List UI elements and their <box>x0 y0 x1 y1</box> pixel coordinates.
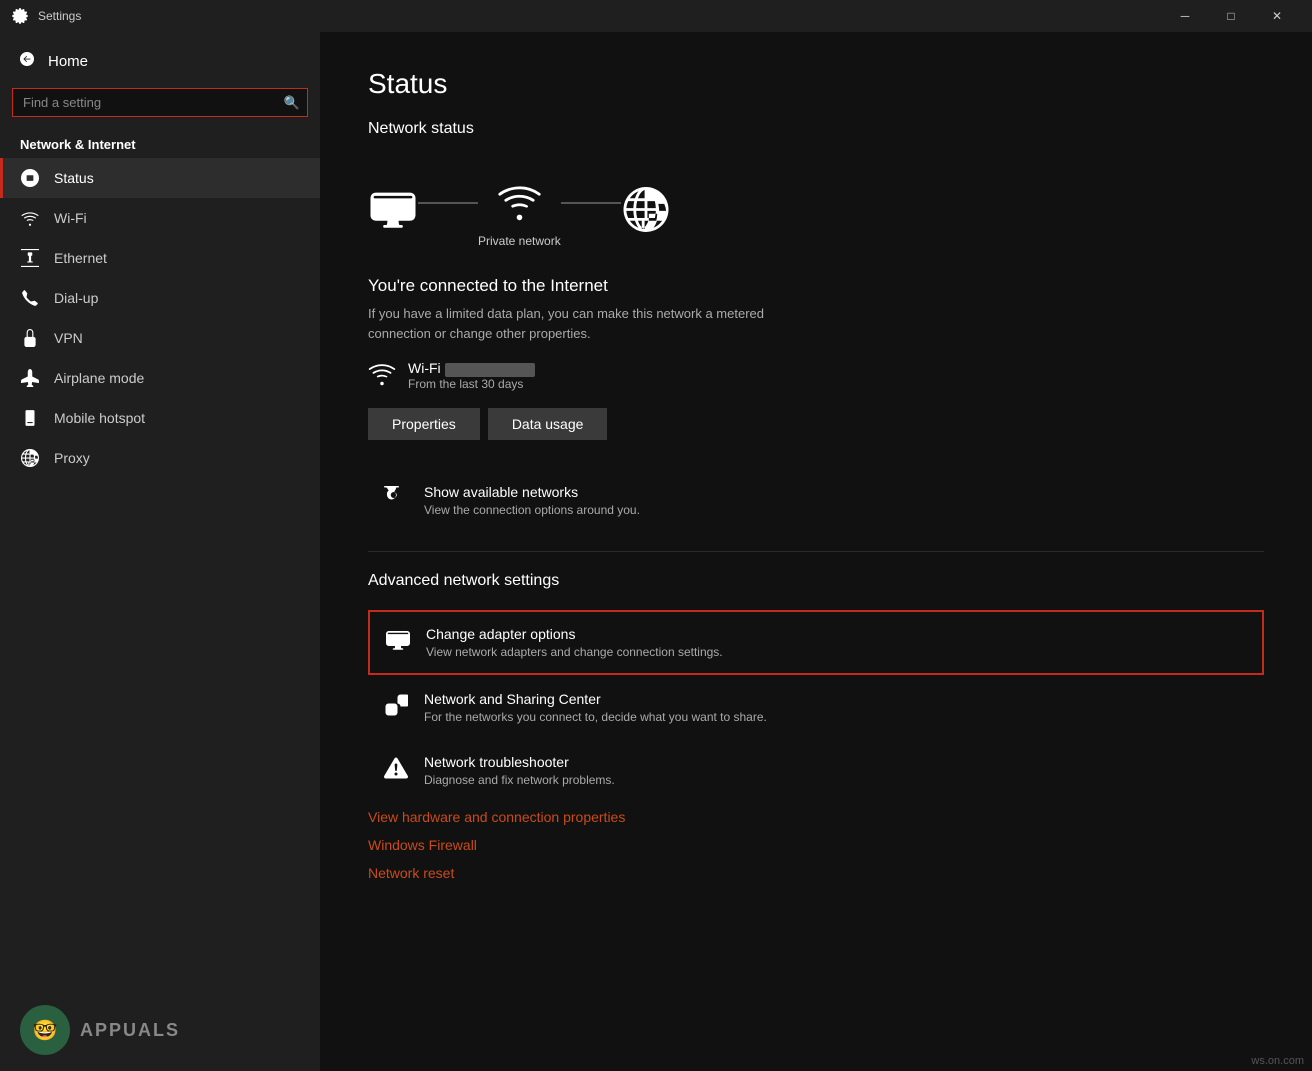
search-input[interactable] <box>12 88 308 117</box>
change-adapter-item[interactable]: Change adapter options View network adap… <box>368 610 1264 675</box>
computer-icon <box>368 187 418 239</box>
section-divider <box>368 551 1264 552</box>
wifi-info: Wi-Fi From the last 30 days <box>368 359 1264 392</box>
sharing-icon <box>384 693 408 723</box>
titlebar-left: Settings <box>12 8 81 24</box>
firewall-link[interactable]: Windows Firewall <box>368 831 1264 859</box>
sidebar-item-vpn[interactable]: VPN <box>0 318 320 358</box>
maximize-button[interactable]: □ <box>1208 0 1254 32</box>
hardware-link[interactable]: View hardware and connection properties <box>368 803 1264 831</box>
sidebar-item-proxy[interactable]: Proxy <box>0 438 320 478</box>
sidebar-item-airplane[interactable]: Airplane mode <box>0 358 320 398</box>
sidebar-item-status[interactable]: Status <box>0 158 320 198</box>
troubleshoot-text: Network troubleshooter Diagnose and fix … <box>424 754 615 787</box>
wifi-signal-icon <box>368 359 396 392</box>
sidebar-label-wifi: Wi-Fi <box>54 210 87 226</box>
data-usage-button[interactable]: Data usage <box>488 408 608 440</box>
back-arrow-icon <box>20 52 34 70</box>
sidebar-label-ethernet: Ethernet <box>54 250 107 266</box>
computer-node <box>368 187 418 239</box>
reset-link[interactable]: Network reset <box>368 859 1264 887</box>
wifi-name: Wi-Fi <box>408 360 535 376</box>
network-list-icon <box>384 486 408 516</box>
sidebar-item-dialup[interactable]: Dial-up <box>0 278 320 318</box>
wifi-days: From the last 30 days <box>408 377 535 391</box>
sharing-desc: For the networks you connect to, decide … <box>424 710 767 724</box>
sidebar: Home 🔍 Network & Internet Status <box>0 32 320 1071</box>
search-icon: 🔍 <box>284 95 300 111</box>
troubleshoot-title: Network troubleshooter <box>424 754 615 770</box>
titlebar-title: Settings <box>38 9 81 23</box>
brand-text: APPUALS <box>80 1020 180 1041</box>
home-label: Home <box>48 53 88 70</box>
sidebar-item-wifi[interactable]: Wi-Fi <box>0 198 320 238</box>
sidebar-section-title: Network & Internet <box>0 125 320 158</box>
connected-desc: If you have a limited data plan, you can… <box>368 304 768 343</box>
action-buttons: Properties Data usage <box>368 408 1264 440</box>
proxy-icon <box>20 448 40 468</box>
line-2 <box>561 202 621 204</box>
sidebar-label-airplane: Airplane mode <box>54 370 144 386</box>
sidebar-item-hotspot[interactable]: Mobile hotspot <box>0 398 320 438</box>
troubleshooter-item[interactable]: Network troubleshooter Diagnose and fix … <box>368 740 1264 801</box>
show-networks-title: Show available networks <box>424 484 640 500</box>
status-icon <box>20 168 40 188</box>
sidebar-home[interactable]: Home <box>0 42 320 80</box>
internet-node <box>621 187 671 239</box>
sidebar-label-dialup: Dial-up <box>54 290 98 306</box>
main-container: Home 🔍 Network & Internet Status <box>0 32 1312 1071</box>
show-networks-item[interactable]: Show available networks View the connect… <box>368 470 1264 531</box>
airplane-icon <box>20 368 40 388</box>
troubleshoot-desc: Diagnose and fix network problems. <box>424 773 615 787</box>
content-area: Status Network status <box>320 32 1312 1071</box>
line-1 <box>418 202 478 204</box>
sidebar-label-status: Status <box>54 170 94 186</box>
sharing-title: Network and Sharing Center <box>424 691 767 707</box>
sharing-text: Network and Sharing Center For the netwo… <box>424 691 767 724</box>
close-button[interactable]: ✕ <box>1254 0 1300 32</box>
sidebar-item-ethernet[interactable]: Ethernet <box>0 238 320 278</box>
hotspot-icon <box>20 408 40 428</box>
sidebar-branding: 🤓 APPUALS <box>0 989 320 1071</box>
sharing-center-item[interactable]: Network and Sharing Center For the netwo… <box>368 677 1264 738</box>
connected-text: You're connected to the Internet <box>368 276 1264 296</box>
adapter-icon <box>386 628 410 658</box>
titlebar-controls: ─ □ ✕ <box>1162 0 1300 32</box>
dialup-icon <box>20 288 40 308</box>
sidebar-label-hotspot: Mobile hotspot <box>54 410 145 426</box>
troubleshoot-icon <box>384 756 408 786</box>
show-networks-text: Show available networks View the connect… <box>424 484 640 517</box>
brand-logo: 🤓 <box>20 1005 70 1055</box>
adapter-title: Change adapter options <box>426 626 723 642</box>
watermark: ws.on.com <box>1251 1055 1304 1067</box>
network-label: Private network <box>478 234 561 248</box>
properties-button[interactable]: Properties <box>368 408 480 440</box>
adapter-desc: View network adapters and change connect… <box>426 645 723 659</box>
vpn-icon <box>20 328 40 348</box>
ethernet-icon <box>20 248 40 268</box>
sidebar-label-vpn: VPN <box>54 330 83 346</box>
page-title: Status <box>368 68 1264 100</box>
sidebar-label-proxy: Proxy <box>54 450 90 466</box>
router-icon <box>492 178 547 230</box>
sidebar-search: 🔍 <box>12 88 308 117</box>
titlebar: Settings ─ □ ✕ <box>0 0 1312 32</box>
network-status-title: Network status <box>368 120 1264 138</box>
wifi-ssid-blurred <box>445 363 535 377</box>
router-node: Private network <box>478 178 561 248</box>
minimize-button[interactable]: ─ <box>1162 0 1208 32</box>
advanced-title: Advanced network settings <box>368 572 1264 590</box>
globe-icon <box>621 187 671 239</box>
settings-icon <box>12 8 28 24</box>
adapter-text: Change adapter options View network adap… <box>426 626 723 659</box>
wifi-icon <box>20 208 40 228</box>
show-networks-desc: View the connection options around you. <box>424 503 640 517</box>
network-diagram: Private network <box>368 158 1264 268</box>
